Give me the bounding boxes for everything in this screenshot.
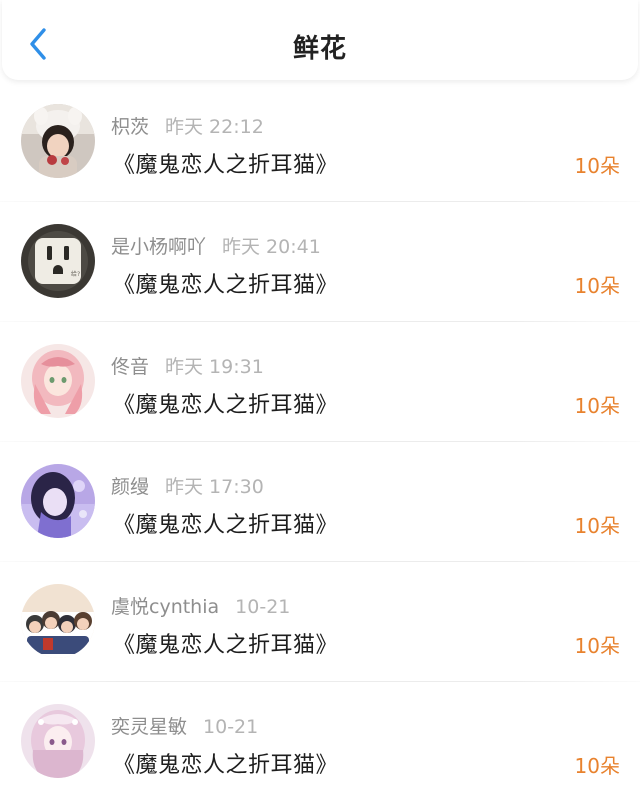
avatar-cartoon-group	[21, 584, 95, 658]
username[interactable]: 奕灵星敏	[111, 716, 187, 738]
record-meta: 枳茨 昨天 22:12	[111, 112, 264, 139]
list-item[interactable]: 颜缦 昨天 17:30 《魔鬼恋人之折耳猫》 10朵	[0, 442, 640, 562]
list-item[interactable]: 奕灵星敏 10-21 《魔鬼恋人之折耳猫》 10朵	[0, 682, 640, 802]
record-meta: 佟音 昨天 19:31	[111, 352, 264, 379]
flower-count: 10朵	[574, 154, 620, 178]
list-item[interactable]: 佟音 昨天 19:31 《魔鬼恋人之折耳猫》 10朵	[0, 322, 640, 442]
user-avatar[interactable]	[21, 104, 95, 178]
flower-count: 10朵	[574, 274, 620, 298]
timestamp: 昨天 20:41	[222, 236, 321, 258]
timestamp: 昨天 22:12	[165, 116, 264, 138]
avatar-pink-hair-girl	[21, 344, 95, 418]
book-title[interactable]: 《魔鬼恋人之折耳猫》	[113, 747, 338, 779]
list-item[interactable]: 枳茨 昨天 22:12 《魔鬼恋人之折耳猫》 10朵	[0, 82, 640, 202]
user-avatar[interactable]: 给?	[21, 224, 95, 298]
avatar-child-photo	[21, 104, 95, 178]
user-avatar[interactable]	[21, 344, 95, 418]
top-bar: 鲜花	[2, 0, 638, 80]
book-title[interactable]: 《魔鬼恋人之折耳猫》	[113, 387, 338, 419]
book-title[interactable]: 《魔鬼恋人之折耳猫》	[113, 147, 338, 179]
username[interactable]: 枳茨	[111, 116, 149, 138]
list-item[interactable]: 虞悦cynthia 10-21 《魔鬼恋人之折耳猫》 10朵	[0, 562, 640, 682]
username[interactable]: 颜缦	[111, 476, 149, 498]
book-title[interactable]: 《魔鬼恋人之折耳猫》	[113, 627, 338, 659]
timestamp: 昨天 19:31	[165, 356, 264, 378]
username[interactable]: 虞悦cynthia	[111, 596, 219, 618]
avatar-power-socket: 给?	[21, 224, 95, 298]
record-meta: 是小杨啊吖 昨天 20:41	[111, 232, 321, 259]
flower-record-list: 枳茨 昨天 22:12 《魔鬼恋人之折耳猫》 10朵 给? 是小杨啊吖 昨天 20:…	[0, 82, 640, 802]
timestamp: 昨天 17:30	[165, 476, 264, 498]
record-meta: 颜缦 昨天 17:30	[111, 472, 264, 499]
timestamp: 10-21	[203, 716, 259, 738]
record-meta: 虞悦cynthia 10-21	[111, 592, 290, 619]
flower-count: 10朵	[574, 514, 620, 538]
user-avatar[interactable]	[21, 584, 95, 658]
page-title: 鲜花	[292, 34, 347, 64]
book-title[interactable]: 《魔鬼恋人之折耳猫》	[113, 267, 338, 299]
username[interactable]: 是小杨啊吖	[111, 236, 206, 258]
avatar-anime-princess	[21, 704, 95, 778]
user-avatar[interactable]	[21, 464, 95, 538]
flower-count: 10朵	[574, 634, 620, 658]
book-title[interactable]: 《魔鬼恋人之折耳猫》	[113, 507, 338, 539]
svg-text:给?: 给?	[71, 270, 80, 278]
timestamp: 10-21	[235, 596, 291, 618]
username[interactable]: 佟音	[111, 356, 149, 378]
avatar-purple-girl	[21, 464, 95, 538]
flower-count: 10朵	[574, 754, 620, 778]
list-item[interactable]: 给? 是小杨啊吖 昨天 20:41 《魔鬼恋人之折耳猫》 10朵	[0, 202, 640, 322]
record-meta: 奕灵星敏 10-21	[111, 712, 258, 739]
user-avatar[interactable]	[21, 704, 95, 778]
flower-count: 10朵	[574, 394, 620, 418]
